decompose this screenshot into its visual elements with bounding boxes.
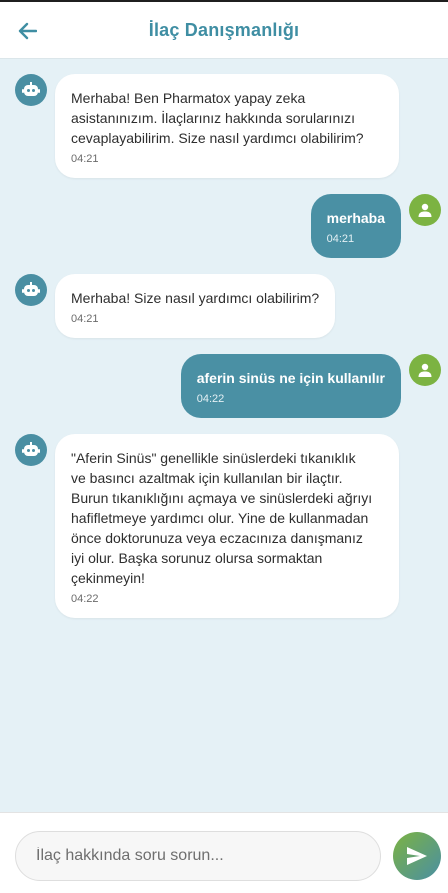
chat-area[interactable]: Merhaba! Ben Pharmatox yapay zeka asista… <box>0 60 448 812</box>
robot-icon <box>22 442 40 456</box>
bot-message: "Aferin Sinüs" genellikle sinüslerdeki t… <box>55 434 399 618</box>
send-button[interactable] <box>393 832 441 880</box>
send-icon <box>407 847 427 865</box>
message-time: 04:22 <box>71 593 99 605</box>
page-title: İlaç Danışmanlığı <box>148 19 300 40</box>
message-text: Merhaba! Size nasıl yardımcı olabilirim? <box>71 290 320 306</box>
bot-avatar <box>15 74 47 106</box>
message-input-bar <box>0 812 448 893</box>
message-text: Merhaba! Ben Pharmatox yapay zeka asista… <box>71 90 364 146</box>
message-time: 04:21 <box>326 233 355 245</box>
person-icon <box>418 203 432 217</box>
bot-message: Merhaba! Ben Pharmatox yapay zeka asista… <box>55 74 399 178</box>
bot-avatar <box>15 274 47 306</box>
message-input[interactable] <box>15 831 381 881</box>
message-text: aferin sinüs ne için kullanılır <box>196 370 385 386</box>
message-time: 04:21 <box>71 313 99 325</box>
robot-icon <box>22 82 40 96</box>
message-text: "Aferin Sinüs" genellikle sinüslerdeki t… <box>71 450 373 586</box>
message-time: 04:21 <box>71 153 99 165</box>
user-avatar <box>409 354 441 386</box>
user-avatar <box>409 194 441 226</box>
message-time: 04:22 <box>196 393 225 405</box>
robot-icon <box>22 282 40 296</box>
user-message: merhaba 04:21 <box>310 194 401 258</box>
user-message: aferin sinüs ne için kullanılır 04:22 <box>180 354 401 418</box>
app-header: İlaç Danışmanlığı <box>0 2 448 59</box>
bot-avatar <box>15 434 47 466</box>
arrow-left-icon <box>18 22 37 40</box>
back-button[interactable] <box>14 18 40 44</box>
message-text: merhaba <box>326 210 385 226</box>
person-icon <box>418 363 432 377</box>
bot-message: Merhaba! Size nasıl yardımcı olabilirim?… <box>55 274 336 338</box>
